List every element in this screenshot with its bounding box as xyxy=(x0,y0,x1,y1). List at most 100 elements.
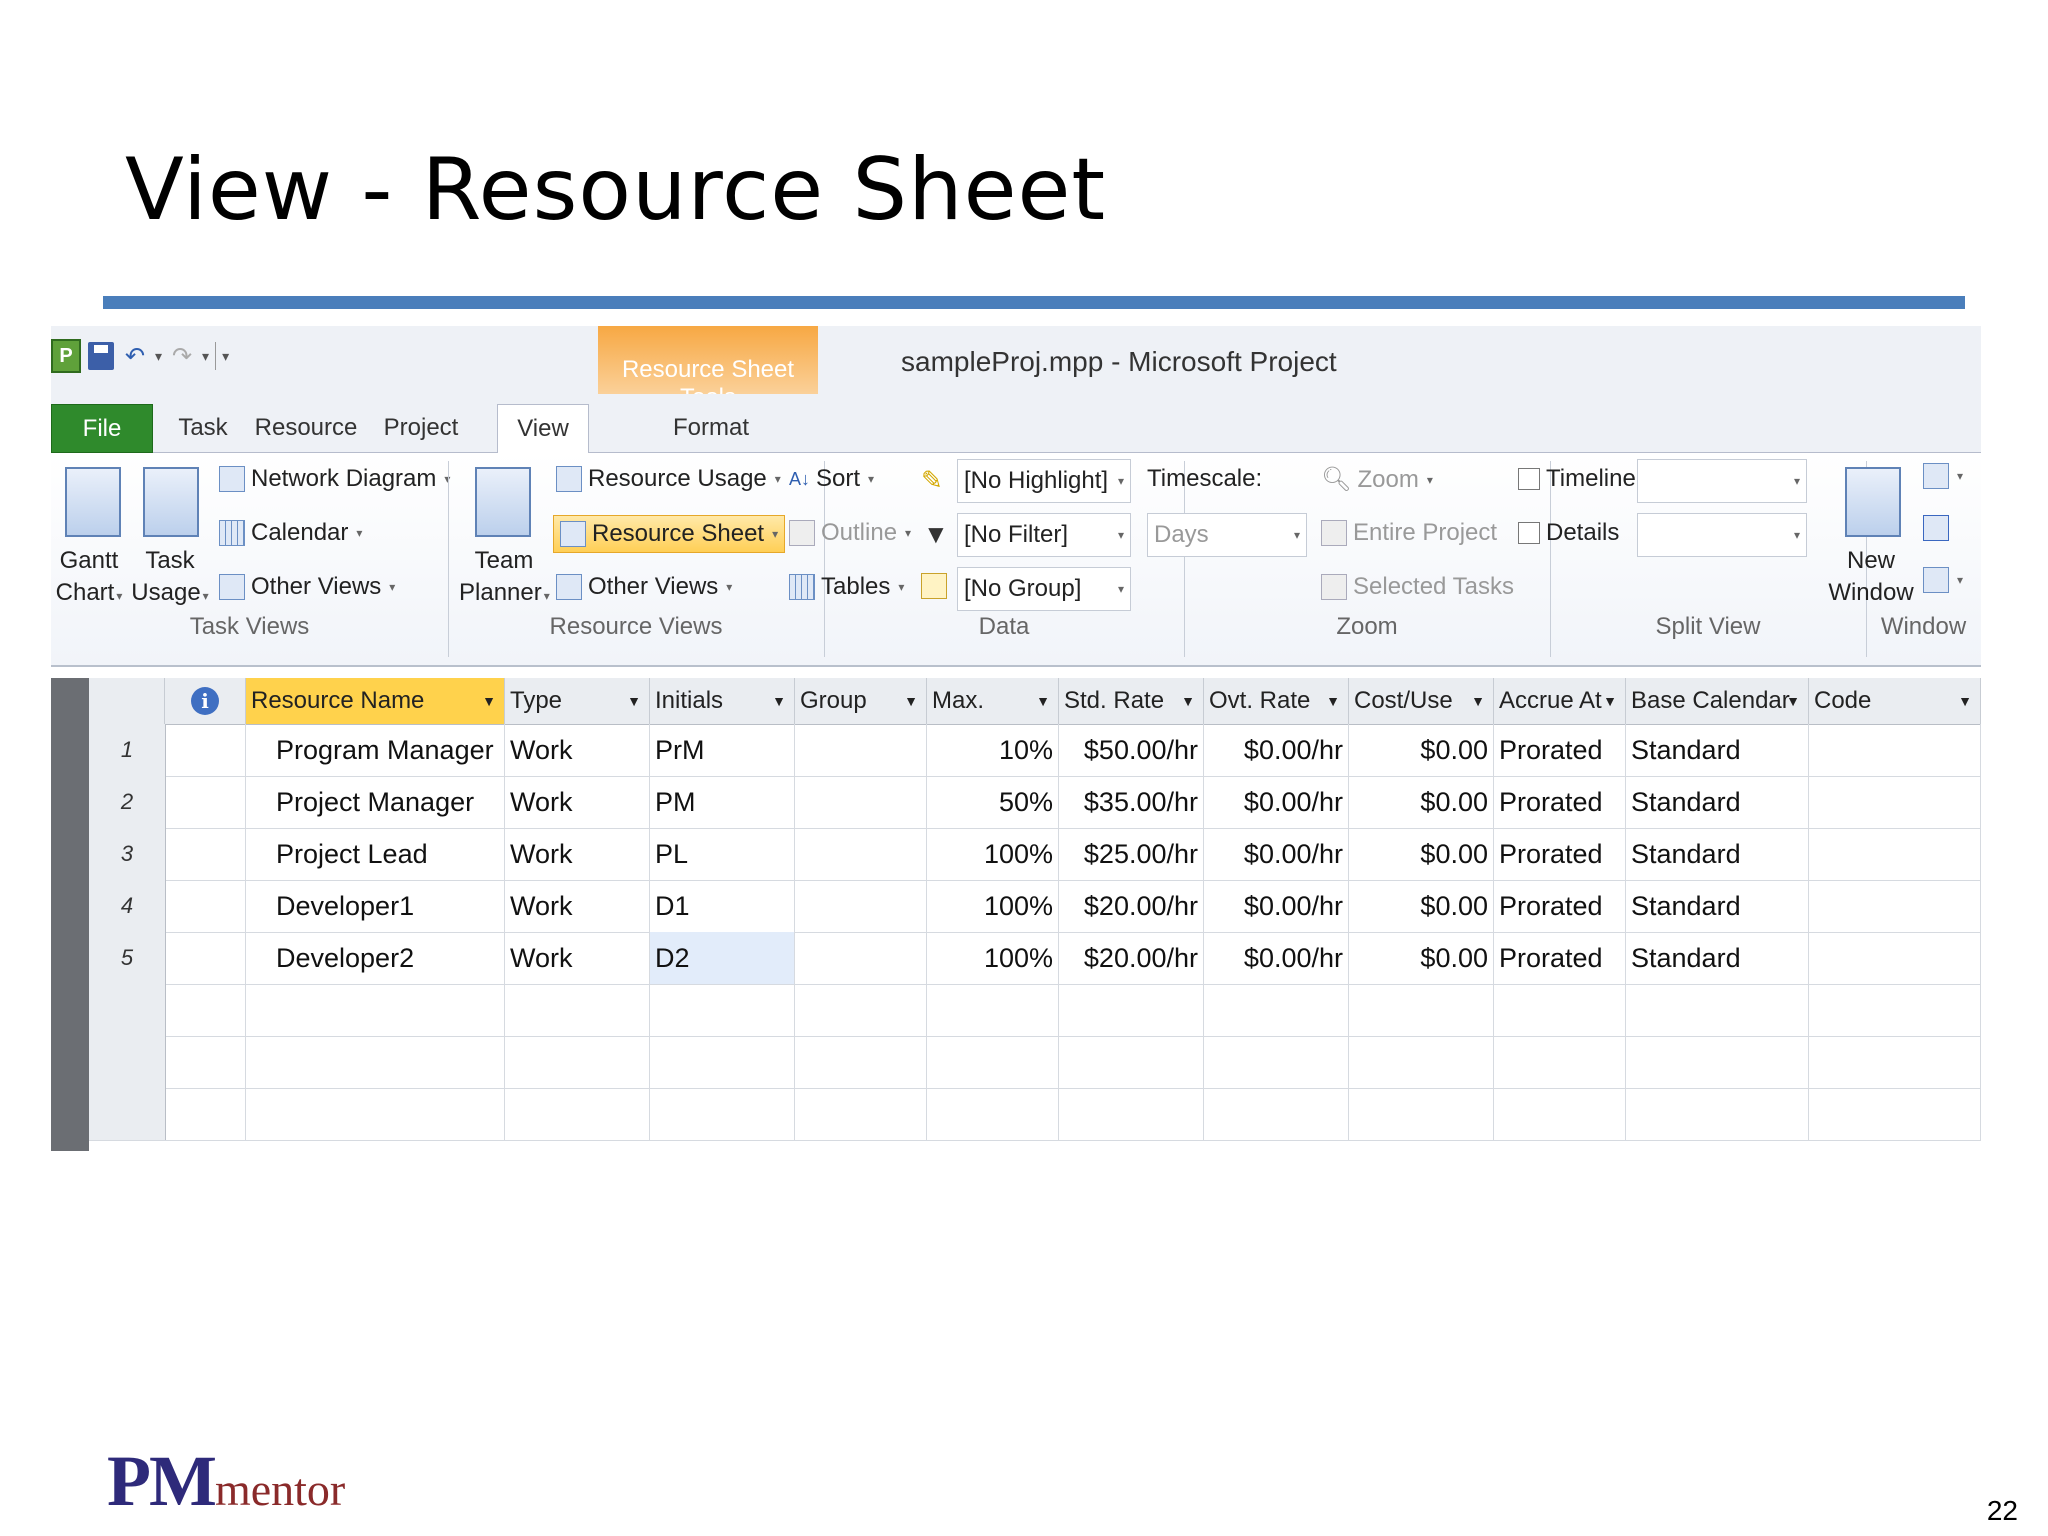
cost-use-cell[interactable]: $0.00 xyxy=(1349,776,1494,828)
table-row[interactable]: 2 Project Manager Work PM 50% $35.00/hr … xyxy=(89,776,1981,829)
initials-cell[interactable]: PrM xyxy=(650,724,795,776)
column-header-max[interactable]: Max. ▼ xyxy=(927,678,1059,724)
entire-project-button[interactable]: Entire Project xyxy=(1321,519,1497,547)
type-cell[interactable] xyxy=(505,1088,650,1140)
max-cell[interactable] xyxy=(927,1088,1059,1140)
network-diagram-button[interactable]: Network Diagram▾ xyxy=(219,465,450,493)
resource-usage-button[interactable]: Resource Usage ▾ xyxy=(556,465,781,493)
indicators-column-header[interactable]: i xyxy=(165,678,246,724)
empty-table-row[interactable] xyxy=(89,1088,1981,1141)
details-checkbox[interactable]: Details xyxy=(1518,519,1619,547)
task-usage-icon[interactable] xyxy=(143,467,199,537)
row-number[interactable] xyxy=(89,1088,166,1140)
resource-name-cell[interactable]: Project Lead xyxy=(246,828,505,880)
accrue-at-cell[interactable]: Prorated xyxy=(1494,724,1626,776)
std-rate-cell[interactable]: $20.00/hr xyxy=(1059,932,1204,984)
table-row[interactable]: 3 Project Lead Work PL 100% $25.00/hr $0… xyxy=(89,828,1981,881)
ovt-rate-cell[interactable] xyxy=(1204,984,1349,1036)
indicator-cell[interactable] xyxy=(165,828,246,880)
switch-windows-icon[interactable]: ▾ xyxy=(1923,463,1963,489)
tables-button[interactable]: Tables ▾ xyxy=(789,573,904,601)
column-header-accrue-at[interactable]: Accrue At ▼ xyxy=(1494,678,1626,724)
accrue-at-cell[interactable]: Prorated xyxy=(1494,776,1626,828)
initials-cell[interactable] xyxy=(650,984,795,1036)
ovt-rate-cell[interactable]: $0.00/hr xyxy=(1204,776,1349,828)
code-cell[interactable] xyxy=(1809,1036,1981,1088)
row-number[interactable]: 3 xyxy=(89,828,166,880)
type-cell[interactable]: Work xyxy=(505,776,650,828)
tab-project[interactable]: Project xyxy=(371,404,471,451)
column-header-type[interactable]: Type ▼ xyxy=(505,678,650,724)
arrange-all-icon[interactable] xyxy=(1923,515,1949,541)
resource-name-cell[interactable] xyxy=(246,984,505,1036)
undo-icon[interactable]: ↶ xyxy=(121,341,149,371)
row-number[interactable]: 1 xyxy=(89,724,166,776)
resource-name-cell[interactable]: Developer1 xyxy=(246,880,505,932)
type-cell[interactable]: Work xyxy=(505,932,650,984)
code-cell[interactable] xyxy=(1809,1088,1981,1140)
accrue-at-cell[interactable]: Prorated xyxy=(1494,828,1626,880)
customize-qat-icon[interactable]: ▾ xyxy=(222,348,229,365)
code-cell[interactable] xyxy=(1809,984,1981,1036)
resource-sheet-button[interactable]: Resource Sheet ▾ xyxy=(553,515,786,553)
initials-cell-active[interactable]: D2 xyxy=(650,932,795,984)
initials-cell[interactable] xyxy=(650,1088,795,1140)
column-header-initials[interactable]: Initials ▼ xyxy=(650,678,795,724)
tab-file[interactable]: File xyxy=(51,404,153,453)
group-cell[interactable] xyxy=(795,828,927,880)
indicator-cell[interactable] xyxy=(165,984,246,1036)
std-rate-cell[interactable] xyxy=(1059,1036,1204,1088)
select-all-corner[interactable] xyxy=(89,678,165,724)
indicator-cell[interactable] xyxy=(165,880,246,932)
base-calendar-cell[interactable]: Standard xyxy=(1626,932,1809,984)
column-header-resource-name[interactable]: Resource Name ▼ xyxy=(246,678,505,724)
gantt-chart-button[interactable]: Gantt Chart ▾ xyxy=(51,545,127,612)
filter-select[interactable]: [No Filter] ▾ xyxy=(957,513,1131,557)
accrue-at-cell[interactable] xyxy=(1494,1088,1626,1140)
task-usage-button[interactable]: Task Usage ▾ xyxy=(131,545,209,612)
sort-button[interactable]: A↓ Sort ▾ xyxy=(789,465,874,493)
team-planner-button[interactable]: Team Planner ▾ xyxy=(459,545,550,612)
timeline-checkbox[interactable]: Timeline xyxy=(1518,465,1636,493)
table-row[interactable]: 1 Program Manager Work PrM 10% $50.00/hr… xyxy=(89,724,1981,777)
base-calendar-cell[interactable]: Standard xyxy=(1626,776,1809,828)
accrue-at-cell[interactable]: Prorated xyxy=(1494,880,1626,932)
std-rate-cell[interactable] xyxy=(1059,1088,1204,1140)
accrue-at-cell[interactable]: Prorated xyxy=(1494,932,1626,984)
cost-use-cell[interactable]: $0.00 xyxy=(1349,932,1494,984)
column-header-group[interactable]: Group ▼ xyxy=(795,678,927,724)
row-number[interactable]: 2 xyxy=(89,776,166,828)
resource-name-cell[interactable] xyxy=(246,1088,505,1140)
zoom-button[interactable]: 🔍︎ Zoom ▾ xyxy=(1321,465,1433,494)
row-number[interactable]: 5 xyxy=(89,932,166,984)
tab-view[interactable]: View xyxy=(497,404,589,454)
new-window-button[interactable]: New Window xyxy=(1821,545,1921,609)
indicator-cell[interactable] xyxy=(165,776,246,828)
gantt-chart-icon[interactable] xyxy=(65,467,121,537)
resource-name-cell[interactable] xyxy=(246,1036,505,1088)
table-row[interactable]: 5 Developer2 Work D2 100% $20.00/hr $0.0… xyxy=(89,932,1981,985)
save-icon[interactable] xyxy=(87,341,115,371)
ovt-rate-cell[interactable]: $0.00/hr xyxy=(1204,880,1349,932)
highlight-select[interactable]: [No Highlight] ▾ xyxy=(957,459,1131,503)
std-rate-cell[interactable]: $50.00/hr xyxy=(1059,724,1204,776)
std-rate-cell[interactable]: $20.00/hr xyxy=(1059,880,1204,932)
resource-name-cell[interactable]: Developer2 xyxy=(246,932,505,984)
code-cell[interactable] xyxy=(1809,828,1981,880)
empty-table-row[interactable] xyxy=(89,984,1981,1037)
std-rate-cell[interactable] xyxy=(1059,984,1204,1036)
row-number[interactable] xyxy=(89,1036,166,1088)
timeline-checkbox-box[interactable] xyxy=(1518,468,1540,490)
type-cell[interactable] xyxy=(505,1036,650,1088)
type-cell[interactable]: Work xyxy=(505,724,650,776)
outline-button[interactable]: Outline ▾ xyxy=(789,519,911,547)
ovt-rate-cell[interactable] xyxy=(1204,1088,1349,1140)
max-cell[interactable]: 10% xyxy=(927,724,1059,776)
column-header-code[interactable]: Code ▼ xyxy=(1809,678,1981,724)
max-cell[interactable]: 100% xyxy=(927,828,1059,880)
new-window-icon[interactable] xyxy=(1845,467,1901,537)
undo-dropdown-icon[interactable]: ▾ xyxy=(155,348,162,365)
max-cell[interactable] xyxy=(927,984,1059,1036)
code-cell[interactable] xyxy=(1809,932,1981,984)
row-number[interactable] xyxy=(89,984,166,1036)
